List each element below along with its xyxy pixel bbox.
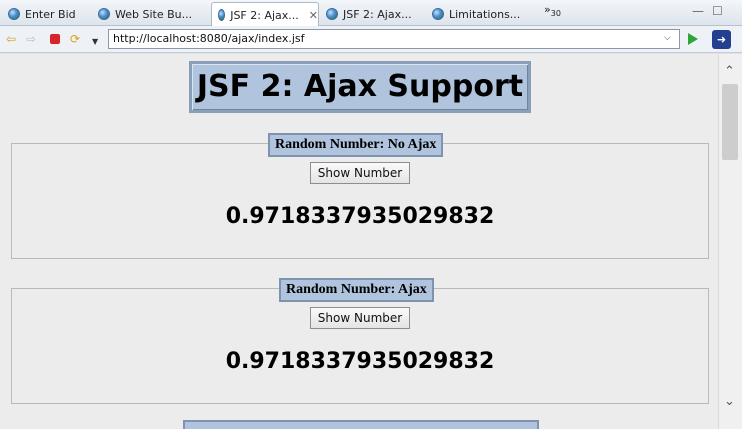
tab-overflow-count: 30 bbox=[550, 9, 561, 19]
random-number-value: 0.9718337935029832 bbox=[225, 204, 495, 229]
scrollbar-thumb[interactable] bbox=[722, 84, 738, 160]
scroll-down-icon[interactable]: ⌄ bbox=[724, 394, 735, 409]
tab-jsf-ajax[interactable]: JSF 2: Ajax... bbox=[320, 2, 412, 26]
page-title: JSF 2: Ajax Support bbox=[189, 61, 531, 113]
nav-toolbar: ⇦ ⇨ ⟳ ▼ http://localhost:8080/ajax/index… bbox=[0, 26, 742, 53]
next-section-legend-partial bbox=[183, 420, 539, 429]
globe-icon bbox=[98, 8, 110, 20]
tab-label: Limitations... bbox=[449, 7, 521, 21]
show-number-button[interactable]: Show Number bbox=[310, 162, 410, 184]
maximize-icon[interactable]: ☐ bbox=[712, 4, 723, 18]
page-content: JSF 2: Ajax Support Random Number: No Aj… bbox=[0, 54, 718, 429]
section-legend: Random Number: No Ajax bbox=[268, 133, 444, 157]
tab-enter-bid[interactable]: Enter Bid bbox=[2, 2, 76, 26]
globe-icon bbox=[218, 9, 226, 21]
section-no-ajax: Random Number: No Ajax Show Number 0.971… bbox=[11, 133, 709, 259]
chevron-double-right-icon: » bbox=[544, 3, 551, 16]
globe-icon bbox=[432, 8, 444, 20]
tab-bar: Enter Bid Web Site Bu... JSF 2: Ajax... … bbox=[0, 0, 742, 27]
stop-icon[interactable] bbox=[50, 34, 60, 44]
tab-web-site[interactable]: Web Site Bu... bbox=[92, 2, 192, 26]
tab-limitations[interactable]: Limitations... bbox=[426, 2, 520, 26]
random-number-value: 0.9718337935029832 bbox=[225, 349, 495, 374]
address-bar[interactable]: http://localhost:8080/ajax/index.jsf bbox=[108, 29, 680, 49]
show-number-button[interactable]: Show Number bbox=[310, 307, 410, 329]
chevron-down-icon[interactable]: ⌵ bbox=[664, 33, 671, 43]
tab-label: JSF 2: Ajax... bbox=[343, 7, 412, 21]
browser-extension-icon[interactable]: ➜ bbox=[712, 30, 731, 49]
forward-arrow-icon[interactable]: ⇨ bbox=[26, 32, 36, 46]
scroll-up-icon[interactable]: ⌃ bbox=[724, 64, 735, 79]
tab-jsf-ajax-active[interactable]: JSF 2: Ajax... ✕ bbox=[211, 2, 319, 27]
vertical-scrollbar[interactable]: ⌃ ⌄ bbox=[718, 54, 742, 429]
tab-overflow-button[interactable]: »30 bbox=[544, 3, 561, 18]
globe-icon bbox=[8, 8, 20, 20]
globe-icon bbox=[326, 8, 338, 20]
section-legend: Random Number: Ajax bbox=[279, 278, 434, 302]
section-ajax: Random Number: Ajax Show Number 0.971833… bbox=[11, 278, 709, 404]
tab-label: Enter Bid bbox=[25, 7, 76, 21]
tab-label: JSF 2: Ajax... bbox=[230, 8, 299, 22]
go-icon[interactable] bbox=[688, 33, 698, 45]
back-arrow-icon[interactable]: ⇦ bbox=[6, 32, 16, 46]
refresh-icon[interactable]: ⟳ bbox=[70, 32, 80, 46]
tab-label: Web Site Bu... bbox=[115, 7, 193, 21]
history-dropdown-icon[interactable]: ▼ bbox=[92, 35, 98, 49]
minimize-icon[interactable]: — bbox=[692, 4, 704, 18]
close-tab-icon[interactable]: ✕ bbox=[309, 9, 318, 22]
